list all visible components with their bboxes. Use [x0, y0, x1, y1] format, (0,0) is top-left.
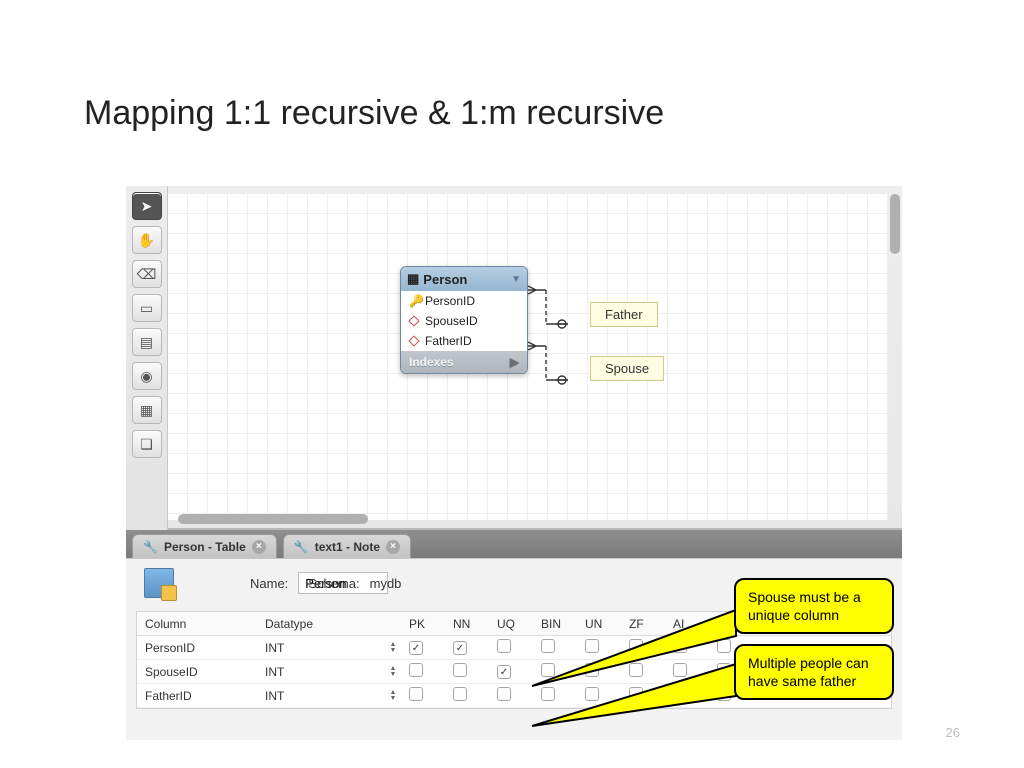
callout-tail: [526, 656, 746, 736]
header-pk: PK: [401, 617, 445, 631]
tables-tool-icon[interactable]: ❏: [132, 430, 162, 458]
collapse-icon[interactable]: ▼: [511, 274, 521, 285]
checkbox-nn[interactable]: [453, 687, 467, 701]
diagram-canvas-wrap: ➤ ✋ ⌫ ▭ ▤ ◉ ▦ ❏ ▦ Person ▼ 🔑 PersonID: [126, 186, 902, 530]
layer-tool-icon[interactable]: ▭: [132, 294, 162, 322]
checkbox-nn[interactable]: [453, 641, 467, 655]
close-icon[interactable]: ×: [386, 540, 400, 554]
entity-title: Person: [423, 272, 467, 287]
eraser-tool-icon[interactable]: ⌫: [132, 260, 162, 288]
name-label: Name:: [250, 576, 288, 591]
wrench-icon: 🔧: [143, 540, 158, 554]
image-tool-icon[interactable]: ◉: [132, 362, 162, 390]
callout-spouse-unique: Spouse must be a unique column: [734, 578, 894, 634]
entity-column[interactable]: SpouseID: [401, 311, 527, 331]
callout-father-multi: Multiple people can have same father: [734, 644, 894, 700]
chevron-right-icon: ▶: [510, 355, 519, 369]
table-editor-icon: [144, 568, 174, 598]
tab-person-table[interactable]: 🔧 Person - Table ×: [132, 534, 277, 558]
wrench-icon: 🔧: [294, 540, 309, 554]
entity-header[interactable]: ▦ Person ▼: [401, 267, 527, 291]
checkbox-pk[interactable]: [409, 641, 423, 655]
entity-column[interactable]: 🔑 PersonID: [401, 291, 527, 311]
tab-label: Person - Table: [164, 540, 246, 554]
checkbox-uq[interactable]: [497, 665, 511, 679]
note-tool-icon[interactable]: ▤: [132, 328, 162, 356]
page-number: 26: [946, 725, 960, 740]
header-nn: NN: [445, 617, 489, 631]
close-icon[interactable]: ×: [252, 540, 266, 554]
table-icon: ▦: [407, 271, 419, 287]
entity-person[interactable]: ▦ Person ▼ 🔑 PersonID SpouseID FatherID …: [400, 266, 528, 374]
app-screenshot: ➤ ✋ ⌫ ▭ ▤ ◉ ▦ ❏ ▦ Person ▼ 🔑 PersonID: [126, 186, 902, 740]
column-label: SpouseID: [425, 314, 478, 328]
diamond-icon: [409, 314, 419, 328]
checkbox-uq[interactable]: [497, 639, 511, 653]
checkbox-uq[interactable]: [497, 687, 511, 701]
note-father[interactable]: Father: [590, 302, 658, 327]
column-label: PersonID: [425, 294, 475, 308]
hand-tool-icon[interactable]: ✋: [132, 226, 162, 254]
header-column: Column: [137, 617, 257, 631]
tool-palette: ➤ ✋ ⌫ ▭ ▤ ◉ ▦ ❏: [126, 186, 168, 530]
checkbox-pk[interactable]: [409, 663, 423, 677]
header-datatype: Datatype: [257, 617, 377, 631]
detail-tabs: 🔧 Person - Table × 🔧 text1 - Note ×: [126, 530, 902, 558]
pointer-tool-icon[interactable]: ➤: [132, 192, 162, 220]
checkbox-nn[interactable]: [453, 663, 467, 677]
vertical-scrollbar[interactable]: [890, 194, 900, 254]
relationship-connectors: [528, 276, 588, 396]
schema-value: mydb: [370, 576, 402, 591]
schema-label: Schema:: [308, 576, 359, 591]
diamond-icon: [409, 334, 419, 348]
key-icon: 🔑: [409, 294, 419, 308]
checkbox-pk[interactable]: [409, 687, 423, 701]
tab-label: text1 - Note: [315, 540, 380, 554]
note-spouse[interactable]: Spouse: [590, 356, 664, 381]
entity-indexes-row[interactable]: Indexes ▶: [401, 351, 527, 373]
tab-text1-note[interactable]: 🔧 text1 - Note ×: [283, 534, 411, 558]
grid-tool-icon[interactable]: ▦: [132, 396, 162, 424]
column-label: FatherID: [425, 334, 472, 348]
indexes-label: Indexes: [409, 355, 454, 369]
slide-title: Mapping 1:1 recursive & 1:m recursive: [84, 94, 664, 133]
entity-column[interactable]: FatherID: [401, 331, 527, 351]
horizontal-scrollbar[interactable]: [178, 514, 368, 524]
